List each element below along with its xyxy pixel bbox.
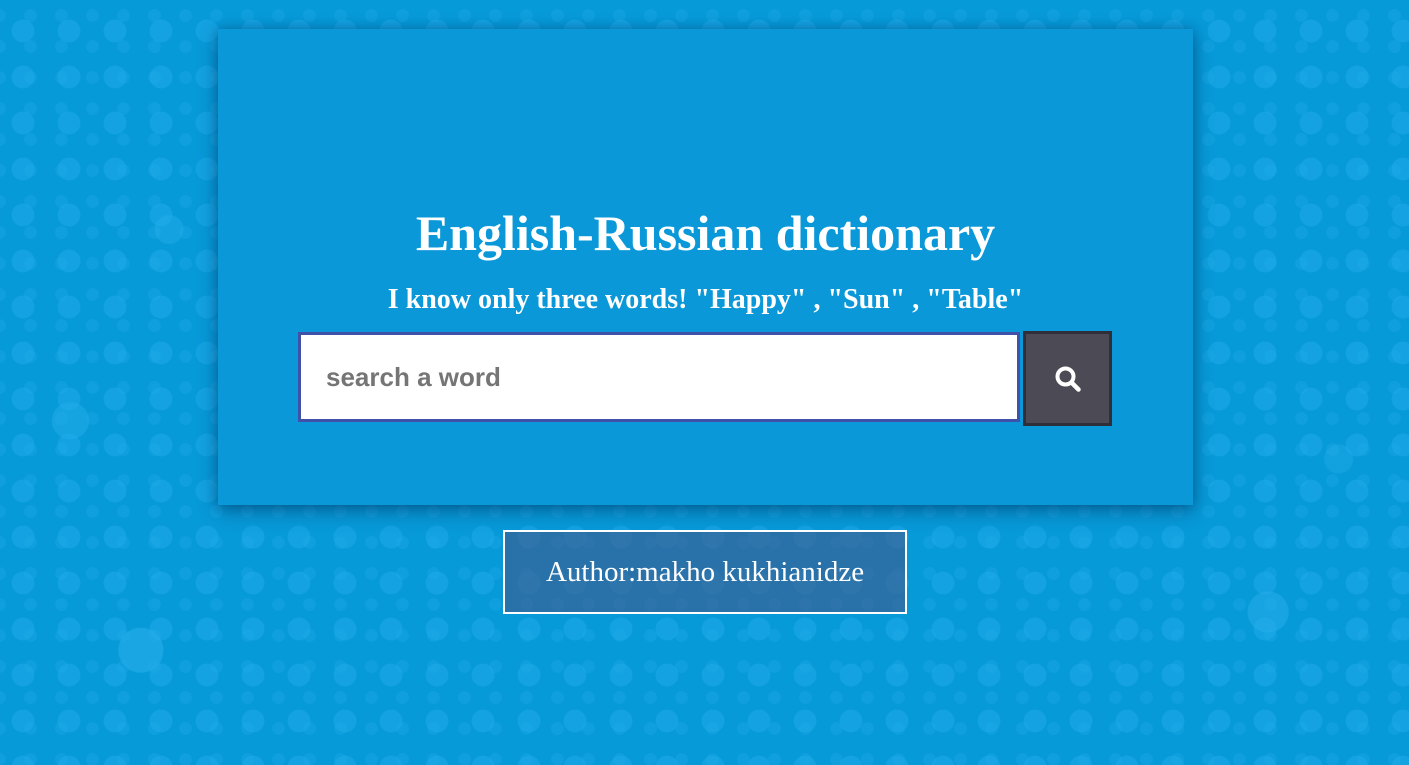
search-button[interactable] bbox=[1023, 331, 1112, 426]
author-credit: Author:makho kukhianidze bbox=[503, 530, 907, 614]
page-title: English-Russian dictionary bbox=[415, 205, 996, 261]
search-input[interactable] bbox=[298, 332, 1020, 422]
search-icon bbox=[1054, 365, 1082, 393]
page-subtitle: I know only three words! "Happy" , "Sun"… bbox=[387, 284, 1024, 315]
dictionary-card: English-Russian dictionary I know only t… bbox=[218, 29, 1193, 505]
